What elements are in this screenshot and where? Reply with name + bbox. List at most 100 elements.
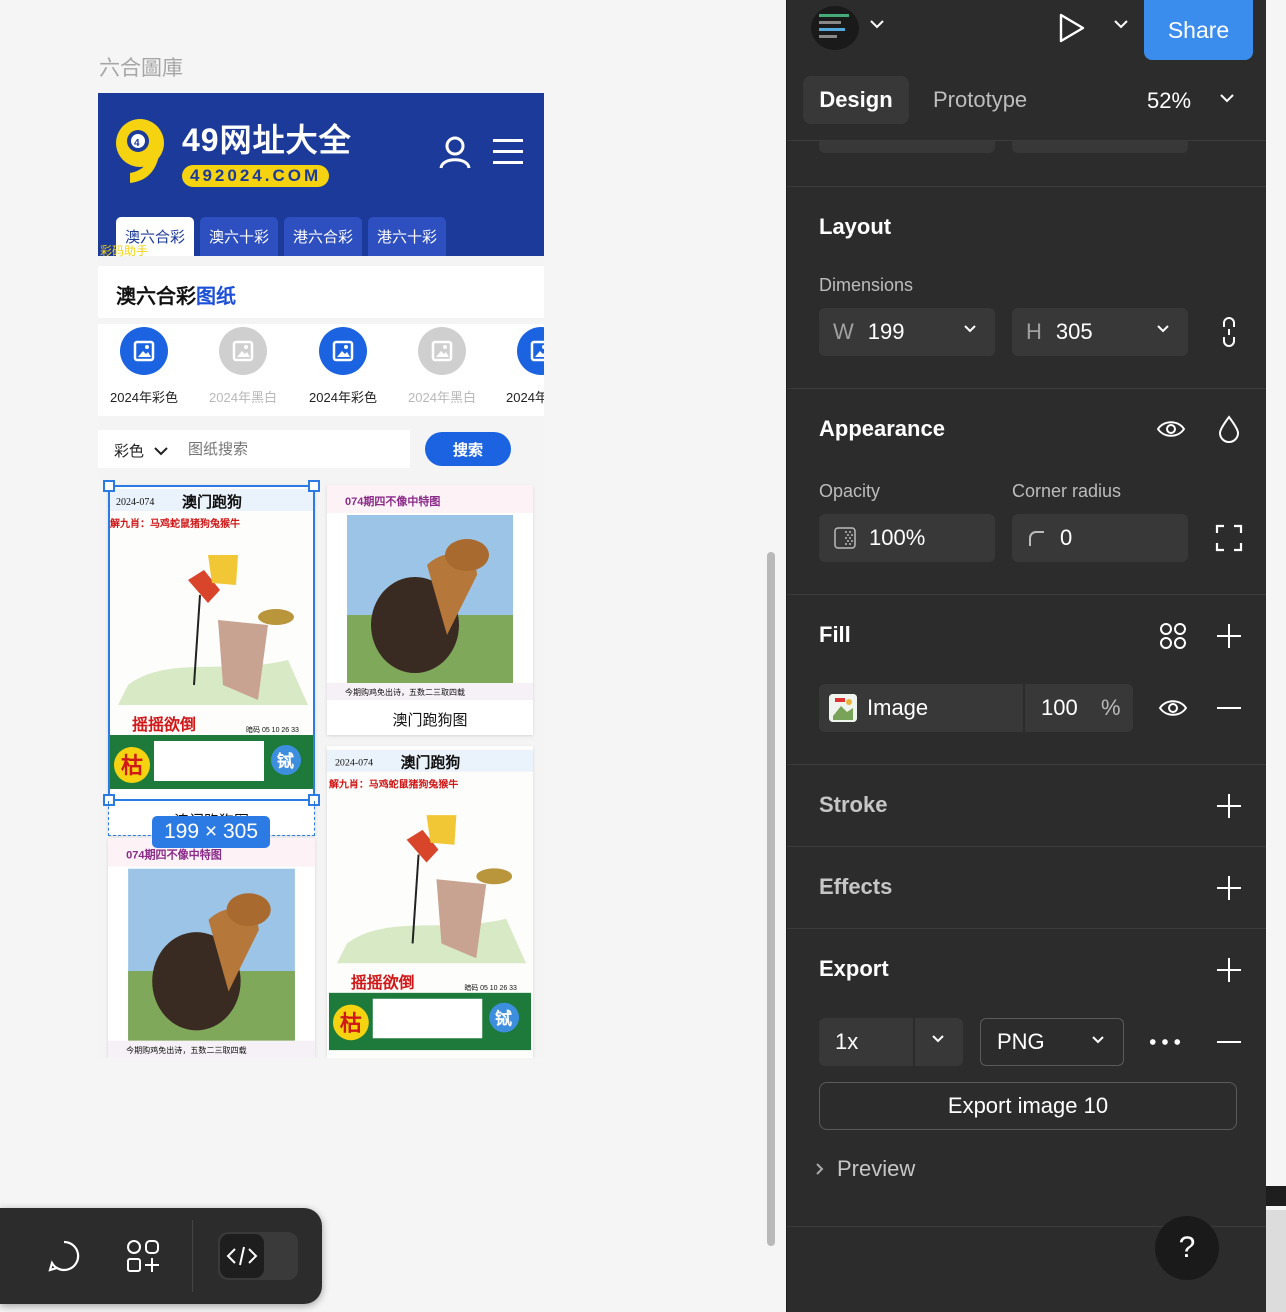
tab-prototype[interactable]: Prototype xyxy=(933,76,1027,124)
design-canvas[interactable]: 六合圖庫 4 49网址大全 492024.COM 澳六合彩 澳六十彩 港六合彩 … xyxy=(0,0,786,1312)
fill-opacity-value[interactable]: 100 xyxy=(1041,695,1078,721)
add-export-button[interactable] xyxy=(1213,954,1245,986)
chevron-down-icon[interactable] xyxy=(1091,1035,1105,1045)
ticker-text: 彩码助手 xyxy=(100,244,149,258)
category-item[interactable]: 2024年彩色 xyxy=(99,327,189,406)
category-strip: 2024年彩色 2024年黑白 2024年彩色 2024年黑白 2024年 xyxy=(98,324,544,416)
export-scale-select[interactable]: 1x xyxy=(819,1018,963,1066)
category-item[interactable]: 2024年 xyxy=(496,327,544,406)
divider xyxy=(787,928,1267,929)
chevron-down-icon[interactable] xyxy=(869,18,885,30)
remove-export-button[interactable] xyxy=(1213,1026,1245,1058)
properties-panel: Share Design Prototype 52% Layout Dimens… xyxy=(786,0,1267,1312)
section-title: 澳六合彩图纸 xyxy=(98,266,544,318)
poster-big-char: 枯 xyxy=(121,753,143,778)
remove-fill-button[interactable] xyxy=(1213,692,1245,724)
visibility-button[interactable] xyxy=(1155,413,1187,445)
width-prefix: W xyxy=(833,319,854,344)
poster-title: 澳门跑狗 xyxy=(182,493,242,511)
user-icon[interactable] xyxy=(438,135,472,169)
category-label: 2024年彩色 xyxy=(309,390,377,405)
edge-block xyxy=(1266,1186,1286,1206)
category-item[interactable]: 2024年彩色 xyxy=(298,327,388,406)
poster-rooster-footer: 今期购鸡免出诗，五数二三取四载 xyxy=(345,687,465,697)
add-stroke-button[interactable] xyxy=(1213,790,1245,822)
drawing-card[interactable]: 074期四不像中特图 今期购鸡免出诗，五数二三取四载 澳门跑狗图 xyxy=(327,485,533,735)
chevron-down-icon[interactable] xyxy=(1219,92,1235,104)
fill-visibility-button[interactable] xyxy=(1157,692,1189,724)
chevron-down-icon[interactable] xyxy=(963,324,977,334)
comment-icon xyxy=(48,1240,80,1272)
site-header: 4 49网址大全 492024.COM 澳六合彩 澳六十彩 港六合彩 港六十彩 … xyxy=(98,93,544,258)
plus-icon xyxy=(1217,876,1241,900)
color-select[interactable]: 彩色 xyxy=(114,440,168,461)
comment-button[interactable] xyxy=(39,1231,89,1281)
height-field[interactable]: H 305 xyxy=(1012,308,1188,356)
constrain-proportions-button[interactable] xyxy=(1213,316,1245,348)
frame-title[interactable]: 六合圖庫 xyxy=(99,52,183,82)
dimensions-label: Dimensions xyxy=(819,275,914,295)
export-image-button[interactable]: Export image 10 xyxy=(819,1082,1237,1130)
appearance-title: Appearance xyxy=(819,416,945,441)
export-format-select[interactable]: PNG xyxy=(980,1018,1124,1066)
canvas-scrollbar[interactable] xyxy=(767,552,775,1246)
poster-date: 2024-074 xyxy=(335,758,373,769)
blend-mode-button[interactable] xyxy=(1213,413,1245,445)
zoom-level[interactable]: 52% xyxy=(1147,88,1191,114)
export-settings-button[interactable] xyxy=(1149,1026,1181,1058)
card-caption: 澳门跑狗图 xyxy=(392,712,468,729)
help-button[interactable]: ? xyxy=(1155,1216,1219,1280)
tab-design[interactable]: Design xyxy=(803,76,909,124)
drawing-search-input[interactable] xyxy=(188,434,398,464)
tab-hk-10[interactable]: 港六十彩 xyxy=(368,217,447,256)
code-icon xyxy=(226,1246,258,1266)
mobile-frame[interactable]: 4 49网址大全 492024.COM 澳六合彩 澳六十彩 港六合彩 港六十彩 … xyxy=(98,93,544,1058)
independent-corners-button[interactable] xyxy=(1213,522,1245,554)
drawing-card[interactable]: 2024-074 澳门跑狗 解九肖：马鸡蛇鼠猪狗兔猴牛 摇摇欲倒 暗码 05 1… xyxy=(108,485,315,835)
add-effect-button[interactable] xyxy=(1213,872,1245,904)
fill-row[interactable]: Image 100 % xyxy=(819,684,1133,732)
category-label: 2024年彩色 xyxy=(110,390,178,405)
fill-opacity-unit: % xyxy=(1101,695,1121,720)
minus-icon xyxy=(1217,1041,1241,1043)
preview-toggle[interactable]: Preview xyxy=(815,1156,915,1182)
divider xyxy=(787,388,1267,389)
menu-icon[interactable] xyxy=(492,135,524,167)
scale-separator xyxy=(913,1018,915,1066)
tab-hk-lhc[interactable]: 港六合彩 xyxy=(284,217,363,256)
opacity-field[interactable]: 100% xyxy=(819,514,995,562)
drawing-card[interactable]: 2024-074 澳门跑狗 解九肖：马鸡蛇鼠猪狗兔猴牛 摇摇欲倒 暗码 05 1… xyxy=(327,746,533,1058)
chevron-down-icon[interactable] xyxy=(931,1034,945,1044)
avatar[interactable] xyxy=(811,6,859,50)
code-button[interactable] xyxy=(220,1234,264,1278)
drawing-card[interactable]: 074期四不像中特图 今期购鸡免出诗，五数二三取四载 xyxy=(108,838,315,1058)
corner-radius-field[interactable]: 0 xyxy=(1012,514,1188,562)
assets-button[interactable] xyxy=(118,1231,168,1281)
chevron-down-icon[interactable] xyxy=(1156,324,1170,334)
play-icon[interactable] xyxy=(1057,12,1087,44)
share-button[interactable]: Share xyxy=(1144,0,1253,60)
styles-button[interactable] xyxy=(1157,620,1189,652)
edge-block xyxy=(1266,1210,1286,1312)
poster-seal-char: 铽 xyxy=(277,751,294,771)
plus-icon xyxy=(1217,794,1241,818)
divider xyxy=(787,594,1267,595)
clipped-field xyxy=(1012,141,1188,153)
chevron-down-icon[interactable] xyxy=(1113,18,1129,30)
chevron-right-icon xyxy=(816,1163,824,1175)
eye-icon xyxy=(1158,700,1188,716)
export-scale-value: 1x xyxy=(835,1029,859,1054)
search-button[interactable]: 搜索 xyxy=(425,432,511,466)
add-fill-button[interactable] xyxy=(1213,620,1245,652)
dimension-label: 199 × 305 xyxy=(152,816,270,848)
category-item[interactable]: 2024年黑白 xyxy=(198,327,288,406)
width-field[interactable]: W 199 xyxy=(819,308,995,356)
tab-macau-10[interactable]: 澳六十彩 xyxy=(200,217,279,256)
category-label: 2024年黑白 xyxy=(408,390,476,405)
dev-mode-toggle[interactable] xyxy=(218,1232,298,1280)
fill-type[interactable]: Image xyxy=(867,695,928,721)
poster-title: 澳门跑狗 xyxy=(401,754,461,772)
bottom-toolbar xyxy=(0,1208,322,1304)
category-item[interactable]: 2024年黑白 xyxy=(397,327,487,406)
poster-date: 2024-074 xyxy=(116,497,154,508)
